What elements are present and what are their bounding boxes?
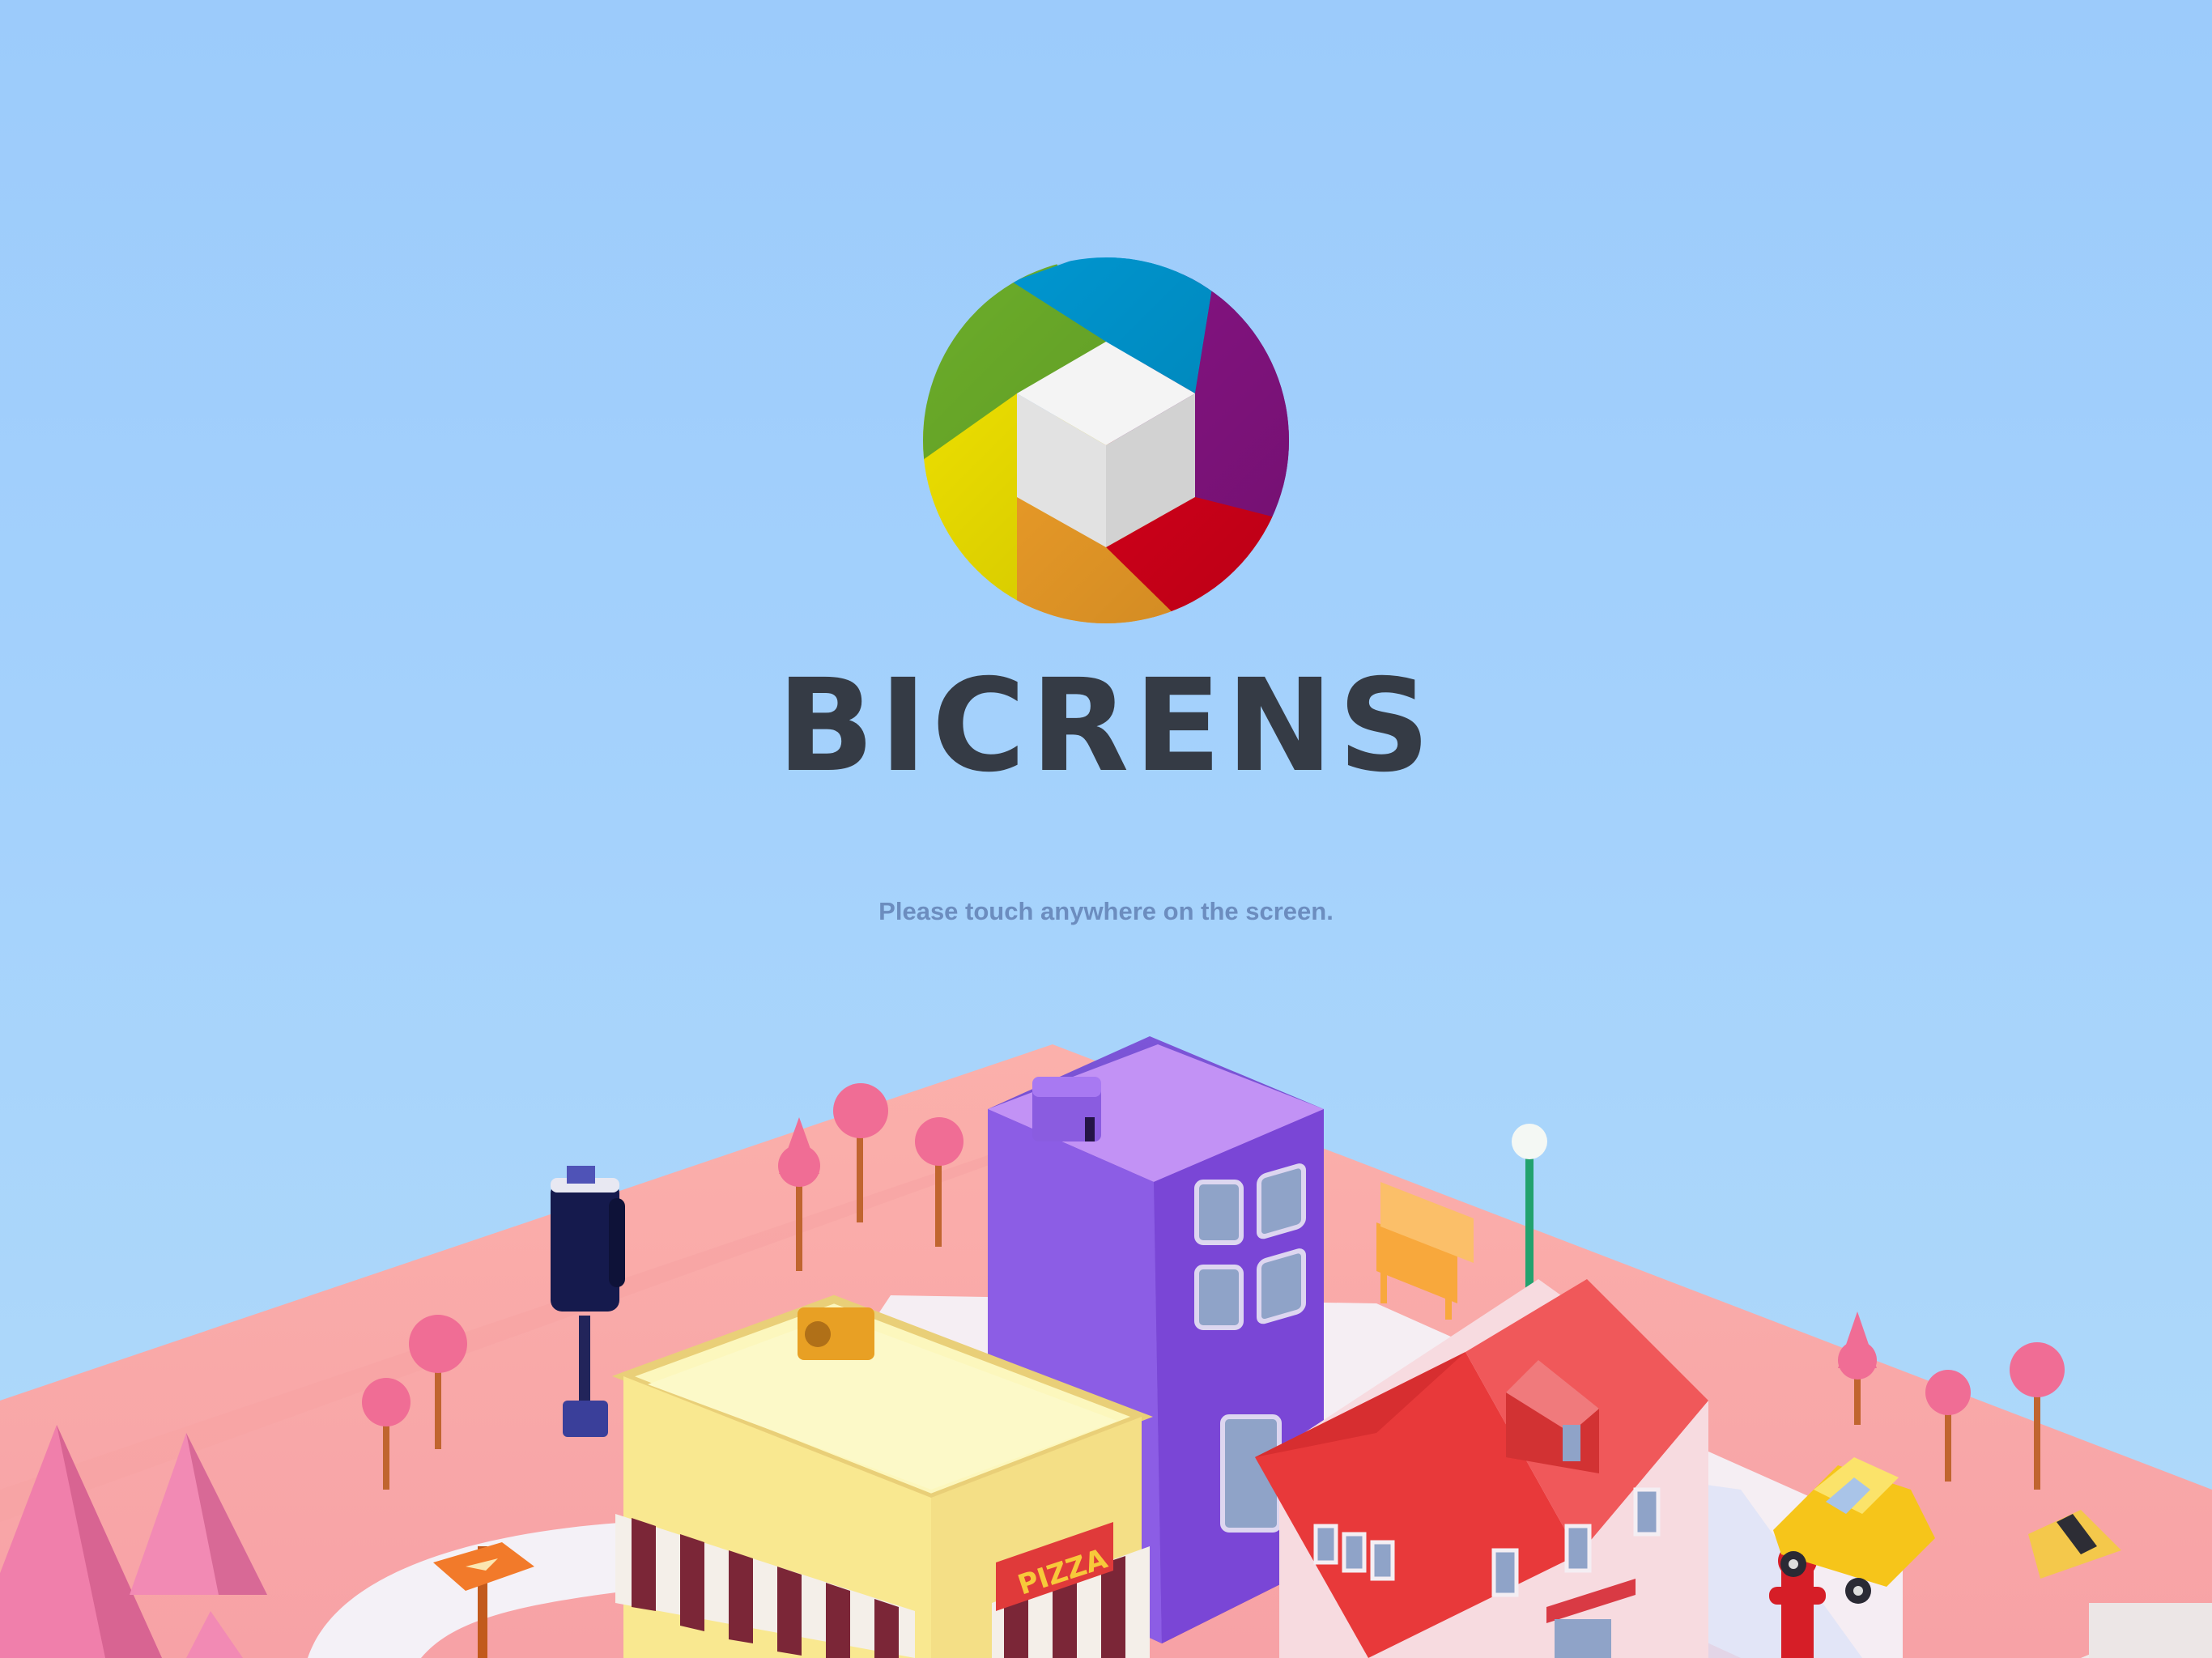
app-title: BICRENS [776, 652, 1436, 801]
city-illustration: PIZZA [0, 1036, 2212, 1658]
touch-hint-text: Please touch anywhere on the screen. [878, 897, 1334, 925]
logo-cube-icon [923, 257, 1289, 623]
touch-to-start-area[interactable]: BICRENS Please touch anywhere on the scr… [0, 0, 2212, 1658]
